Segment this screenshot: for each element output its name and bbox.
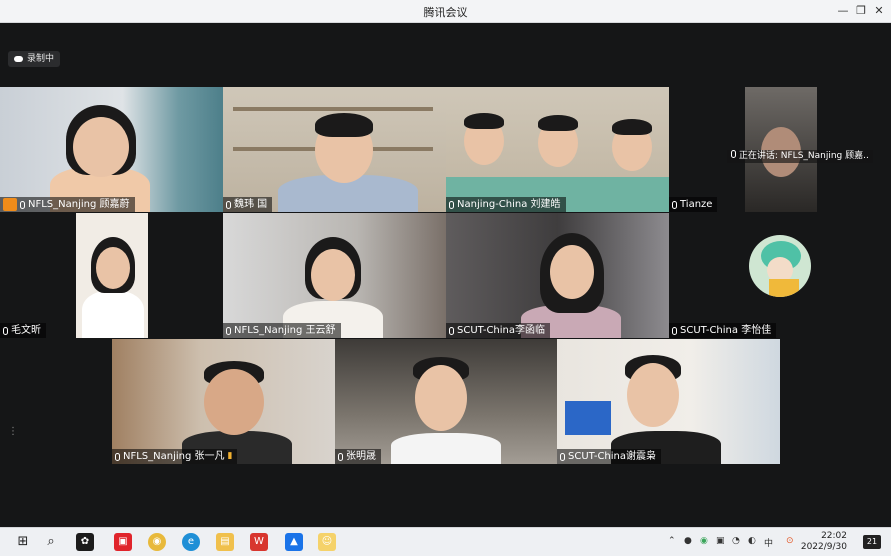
close-button[interactable]: ✕ bbox=[869, 2, 889, 20]
participant-name-label: 魏玮 国 bbox=[223, 197, 273, 212]
video-tile[interactable]: 毛文昕 bbox=[0, 213, 223, 338]
taskbar: ⊞ ⌕ ✿ ▣ ◉ e ▤ W ▲ ☺ ⌃ ● ◉ ▣ ◔ ◐ 中 ⊙ 22:0… bbox=[0, 527, 891, 556]
minimize-button[interactable]: — bbox=[833, 2, 853, 20]
participant-hair bbox=[538, 115, 578, 131]
participant-hair bbox=[464, 113, 504, 129]
tray-app2-icon[interactable]: ⊙ bbox=[786, 536, 794, 546]
participant-face bbox=[73, 117, 129, 177]
participant-face bbox=[311, 249, 355, 301]
video-tile[interactable]: Nanjing-China 刘建皓 bbox=[446, 87, 669, 212]
participant-name-label: SCUT-China 李怡佳 bbox=[669, 323, 777, 338]
chrome-icon[interactable]: ◉ bbox=[148, 533, 166, 551]
participant-name-label: 张明晟 bbox=[335, 449, 381, 464]
restore-button[interactable]: ❐ bbox=[851, 2, 871, 20]
participant-face bbox=[550, 245, 594, 299]
video-tile[interactable]: NFLS_Nanjing 张一凡 ▮ bbox=[112, 339, 335, 464]
signal-bars-icon: ▮ bbox=[227, 451, 233, 461]
participant-name-label: Tianze bbox=[669, 197, 718, 212]
tencent-meeting-icon[interactable]: ▲ bbox=[285, 533, 303, 551]
video-tile[interactable]: NFLS_Nanjing 王云舒 bbox=[223, 213, 446, 338]
recording-badge[interactable]: 录制中 bbox=[8, 51, 61, 67]
app-icon[interactable]: ✿ bbox=[76, 533, 94, 551]
window-title: 腾讯会议 bbox=[423, 6, 468, 19]
participant-name-label: NFLS_Nanjing 张一凡 ▮ bbox=[112, 449, 238, 464]
recording-label: 录制中 bbox=[27, 54, 55, 64]
mic-muted-icon bbox=[3, 326, 8, 335]
mic-icon bbox=[226, 200, 231, 209]
video-tile[interactable]: SCUT-China 李怡佳 bbox=[669, 213, 891, 338]
tray-mic-icon[interactable]: ● bbox=[684, 536, 692, 546]
host-icon bbox=[3, 198, 17, 211]
mic-muted-icon bbox=[338, 452, 343, 461]
video-stage: 录制中 NFLS_Nanjing 顾嘉蔚 魏玮 国 Nanjing-China … bbox=[0, 23, 891, 528]
mic-muted-icon bbox=[115, 452, 120, 461]
video-tile[interactable]: NFLS_Nanjing 顾嘉蔚 bbox=[0, 87, 223, 212]
side-panel-handle[interactable]: ⋮ bbox=[8, 426, 18, 437]
participant-face bbox=[627, 363, 679, 427]
clock-time: 22:02 bbox=[821, 531, 847, 541]
participant-name-label: NFLS_Nanjing 王云舒 bbox=[223, 323, 341, 338]
participant-face bbox=[204, 369, 264, 435]
participant-face bbox=[96, 247, 130, 289]
participant-hair bbox=[612, 119, 652, 135]
participant-name-label: SCUT-China谢震枭 bbox=[557, 449, 662, 464]
taskbar-clock[interactable]: 22:02 2022/9/30 bbox=[801, 531, 847, 553]
participant-hair bbox=[315, 113, 373, 137]
participant-name-label: Nanjing-China 刘建皓 bbox=[446, 197, 566, 212]
tray-ime-icon[interactable]: 中 bbox=[764, 536, 773, 549]
avatar-body bbox=[769, 279, 799, 297]
mic-icon bbox=[731, 150, 736, 158]
mic-muted-icon bbox=[672, 200, 677, 209]
participant-shoulders bbox=[391, 433, 501, 464]
avatar bbox=[749, 235, 811, 297]
mic-muted-icon bbox=[560, 452, 565, 461]
bookshelf bbox=[233, 107, 433, 111]
participant-name-label: 毛文昕 bbox=[0, 323, 46, 338]
windows-logo-icon[interactable]: ⊞ bbox=[14, 533, 32, 551]
participant-face bbox=[415, 365, 467, 431]
file-explorer-icon[interactable]: ▤ bbox=[216, 533, 234, 551]
speaking-indicator: 正在讲话: NFLS_Nanjing 顾嘉.. bbox=[727, 150, 873, 163]
participant-name-label: NFLS_Nanjing 顾嘉蔚 bbox=[0, 197, 135, 212]
edge-icon[interactable]: e bbox=[182, 533, 200, 551]
mic-icon bbox=[226, 326, 231, 335]
tray-network-icon[interactable]: ◔ bbox=[732, 536, 740, 546]
tray-chevron-icon[interactable]: ⌃ bbox=[668, 536, 676, 546]
video-tile[interactable]: 魏玮 国 bbox=[223, 87, 446, 212]
mic-muted-icon bbox=[449, 200, 454, 209]
wps-icon[interactable]: W bbox=[250, 533, 268, 551]
notification-badge[interactable]: 21 bbox=[863, 535, 881, 549]
title-bar: 腾讯会议 — ❐ ✕ bbox=[0, 0, 891, 23]
tray-app-icon[interactable]: ▣ bbox=[716, 536, 725, 546]
mic-muted-icon bbox=[672, 326, 677, 335]
tray-volume-icon[interactable]: ◐ bbox=[748, 536, 756, 546]
news-icon[interactable]: ▣ bbox=[114, 533, 132, 551]
game-icon[interactable]: ☺ bbox=[318, 533, 336, 551]
clock-date: 2022/9/30 bbox=[800, 542, 847, 552]
mic-icon bbox=[20, 200, 25, 209]
video-tile[interactable]: SCUT-China谢震枭 bbox=[557, 339, 780, 464]
participant-shoulders bbox=[82, 291, 144, 338]
video-tile[interactable]: SCUT-China李函临 bbox=[446, 213, 669, 338]
background-chair bbox=[565, 401, 611, 435]
video-tile[interactable]: 张明晟 bbox=[335, 339, 557, 464]
mic-muted-icon bbox=[449, 326, 454, 335]
tray-wechat-icon[interactable]: ◉ bbox=[700, 536, 708, 546]
cloud-icon bbox=[14, 56, 23, 62]
search-icon[interactable]: ⌕ bbox=[42, 533, 60, 551]
participant-name-label: SCUT-China李函临 bbox=[446, 323, 551, 338]
